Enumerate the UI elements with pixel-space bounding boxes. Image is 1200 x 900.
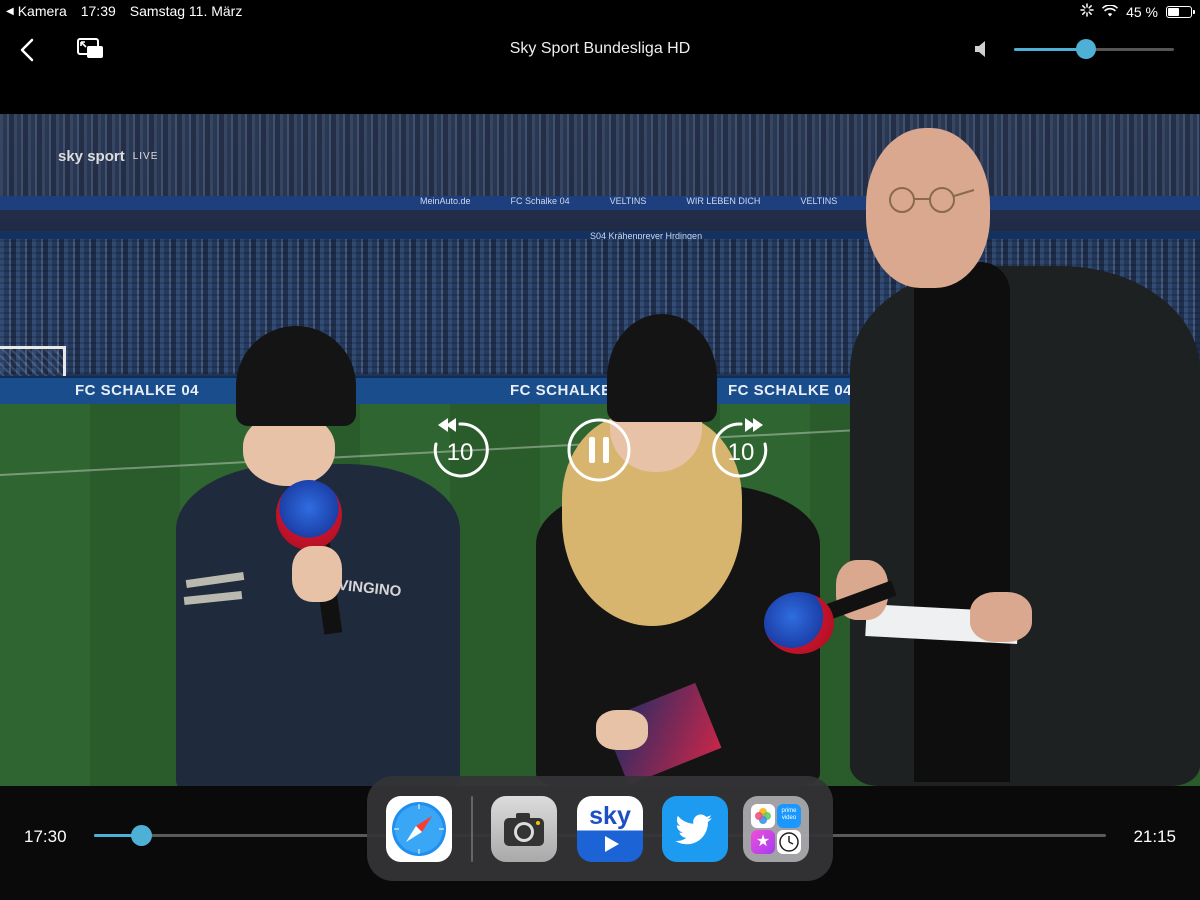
battery-icon (1166, 5, 1195, 18)
return-app-label: Kamera (17, 3, 67, 19)
adboard-text: FC SCHALKE 04 (728, 382, 853, 399)
skip-back-label: 10 (446, 439, 474, 466)
sky-microphone (764, 592, 834, 654)
skip-back-button[interactable]: 10 (428, 418, 492, 482)
dock-app-camera[interactable] (491, 796, 557, 862)
return-to-app-button[interactable]: ◀ Kamera (6, 3, 67, 19)
presenter-glasses (876, 184, 976, 214)
channel-watermark: sky sport LIVE (58, 148, 158, 165)
skip-forward-button[interactable]: 10 (709, 418, 773, 482)
watermark-brand: sky sport (58, 148, 125, 165)
safari-icon (392, 802, 446, 856)
boy-hand (292, 546, 342, 602)
activity-spinner-icon (1080, 3, 1094, 20)
camera-icon (504, 813, 544, 846)
star-mini-icon: ★ (751, 830, 775, 854)
video-frame[interactable]: MeinAuto.de FC Schalke 04 VELTINS WIR LEBEN… (0, 114, 1200, 786)
photos-mini-icon (751, 804, 775, 828)
clock-mini-icon (777, 830, 801, 854)
dock-app-folder[interactable]: prime video ★ (743, 796, 809, 862)
prime-video-mini-icon: prime video (777, 804, 801, 828)
speaker-icon[interactable] (972, 38, 992, 60)
app-dock: sky prime video ★ (367, 776, 833, 881)
sky-microphone (276, 480, 342, 550)
player-top-bar: Sky Sport Bundesliga HD (0, 24, 1200, 76)
back-triangle-icon: ◀ (6, 5, 14, 17)
volume-slider[interactable] (1014, 39, 1174, 59)
sky-go-icon (605, 836, 619, 852)
wifi-icon (1102, 3, 1119, 20)
status-time: 17:39 (80, 3, 116, 19)
stand-ad-texts: MeinAuto.de FC Schalke 04 VELTINS WIR LEBEN… (420, 196, 838, 206)
pause-icon (567, 418, 631, 482)
skip-forward-label: 10 (727, 439, 755, 466)
watermark-live: LIVE (132, 151, 159, 162)
playback-end-time: 21:15 (1133, 827, 1176, 846)
presenter-turtleneck (914, 262, 1010, 782)
adboard-text: FC SCHALKE 04 (75, 382, 200, 399)
pause-button[interactable] (567, 418, 631, 482)
twitter-icon (675, 814, 712, 845)
status-date: Samstag 11. März (129, 3, 243, 19)
battery-percent: 45 % (1126, 3, 1158, 20)
battery-level (1168, 7, 1179, 16)
dock-separator (471, 796, 473, 862)
dock-app-sky-go[interactable]: sky (577, 796, 643, 862)
dock-app-twitter[interactable] (662, 796, 728, 862)
progress-thumb[interactable] (130, 825, 152, 846)
volume-slider-thumb[interactable] (1076, 39, 1096, 59)
dock-app-safari[interactable] (386, 796, 452, 862)
upper-stands (0, 114, 1200, 204)
playback-start-time: 17:30 (24, 827, 67, 846)
presenter-suit (850, 266, 1200, 786)
status-bar: ◀ Kamera 17:39 Samstag 11. März 45 % (0, 0, 1200, 24)
